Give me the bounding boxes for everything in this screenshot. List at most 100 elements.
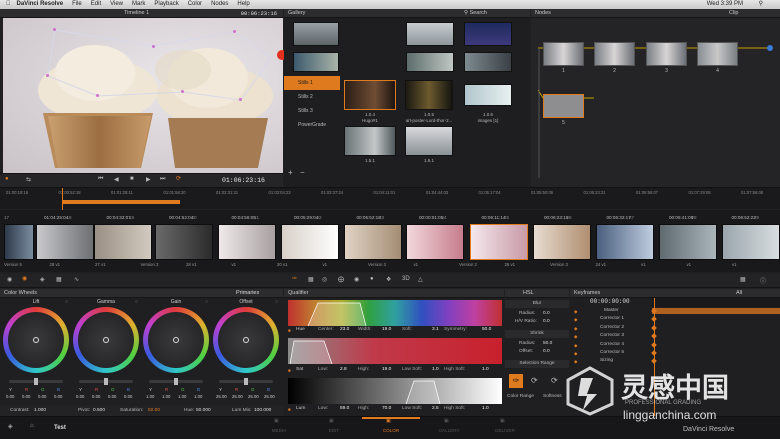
still-thumb-2[interactable] — [405, 80, 453, 110]
lum-mix-value[interactable]: 100.000 — [254, 406, 271, 416]
menu-edit[interactable]: Edit — [91, 0, 101, 9]
wheel-value-g[interactable]: 0.00 — [108, 394, 116, 399]
qualifier-row-enable-icon[interactable]: ■ — [288, 407, 291, 412]
album-stills-1[interactable]: Stills 1 — [284, 76, 340, 90]
clip-thumbnail[interactable] — [533, 224, 591, 260]
nav-media[interactable]: MEDIA — [250, 428, 308, 433]
menu-file[interactable]: File — [72, 0, 82, 9]
qualifier-param-value[interactable]: 1.0 — [482, 406, 489, 411]
nav-deliver[interactable]: DELIVER — [476, 428, 534, 433]
wheel-value-g[interactable]: 0.00 — [38, 394, 46, 399]
timeline-ruler[interactable]: 01:00:19:16 01:00:52:18 01:01:25:11 01:01:5… — [0, 187, 780, 210]
menu-help[interactable]: Help — [237, 0, 249, 9]
shape-point[interactable] — [181, 90, 184, 93]
clip-thumbnail[interactable] — [4, 224, 34, 260]
window-tool-icon[interactable]: ◎ — [322, 276, 327, 283]
node-4[interactable] — [697, 42, 738, 66]
hue-ramp[interactable] — [288, 300, 502, 326]
wheel-reset-icon[interactable]: ○ — [65, 299, 68, 305]
wheel-lift[interactable] — [3, 307, 69, 373]
app-menu[interactable]: DaVinci Resolve — [17, 0, 64, 9]
wheels-mode[interactable]: Primaries — [236, 289, 259, 298]
gallery-top-thumb[interactable] — [464, 52, 512, 72]
sizing-icon[interactable]: ❖ — [386, 276, 391, 283]
wheel-value-b[interactable]: 0.00 — [54, 394, 62, 399]
loop-playback-icon[interactable]: ⟳ — [176, 175, 181, 182]
color-match-icon[interactable]: ◉ — [22, 275, 27, 282]
qualifier-param-value[interactable]: 19.0 — [382, 327, 391, 332]
nav-edit[interactable]: EDIT — [305, 428, 363, 433]
lum-ramp[interactable] — [288, 378, 502, 404]
wheel-center-marker[interactable] — [243, 337, 249, 343]
wheel-slider-knob[interactable] — [34, 378, 38, 385]
gallery-top-thumb[interactable] — [293, 52, 339, 72]
shape-point[interactable] — [96, 94, 99, 97]
still-thumb-1[interactable] — [344, 80, 396, 110]
key-icon[interactable]: ● — [370, 276, 374, 282]
wheel-value-g[interactable]: 25.00 — [248, 394, 259, 399]
spotlight-icon[interactable]: ⚲ — [759, 0, 763, 9]
clip-thumbnail[interactable] — [281, 224, 339, 260]
shrink-offset-value[interactable]: 0.0 — [543, 349, 550, 354]
keyframes-filter[interactable]: All — [736, 289, 742, 298]
nav-color[interactable]: COLOR — [362, 428, 420, 433]
album-stills-2[interactable]: Stills 2 — [284, 90, 340, 104]
menu-color[interactable]: Color — [188, 0, 202, 9]
wheel-reset-icon[interactable]: ○ — [275, 299, 278, 305]
picker-icon[interactable]: ✑ — [509, 374, 523, 388]
wheel-value-b[interactable]: 0.00 — [124, 394, 132, 399]
skip-back-icon[interactable]: ⏮ — [98, 176, 103, 183]
wheel-slider-knob[interactable] — [244, 378, 248, 385]
wheel-slider-knob[interactable] — [174, 378, 178, 385]
qualifier-row-enable-icon[interactable]: ■ — [288, 368, 291, 373]
node-2[interactable] — [594, 42, 635, 66]
wheel-gain[interactable] — [143, 307, 209, 373]
node-graph[interactable]: 1 2 3 4 5 — [531, 18, 780, 188]
album-powergrade[interactable]: PowerGrade — [284, 118, 340, 132]
scopes-icon[interactable]: ▦ — [740, 276, 746, 283]
gallery-search[interactable]: ⚲ Search — [464, 9, 487, 18]
wheel-value-g[interactable]: 1.00 — [178, 394, 186, 399]
qualifier-param-value[interactable]: 2.8 — [340, 367, 347, 372]
node-5[interactable] — [543, 94, 584, 118]
keyframes-icon[interactable]: △ — [418, 276, 423, 283]
wheel-value-y[interactable]: 1.00 — [146, 394, 154, 399]
qualifier-param-value[interactable]: 70.0 — [382, 406, 391, 411]
blur-icon[interactable]: ◉ — [354, 276, 359, 283]
still-thumb-5[interactable] — [405, 126, 453, 156]
gallery-top-thumb[interactable] — [464, 22, 512, 46]
qualifier-param-value[interactable]: 19.0 — [382, 367, 391, 372]
loop-icon[interactable]: ⇆ — [26, 176, 31, 183]
keyframe-row-icon[interactable]: ◆ — [574, 351, 577, 357]
play-icon[interactable]: ▶ — [146, 176, 151, 183]
gallery-top-thumb[interactable] — [406, 22, 454, 46]
node-3[interactable] — [646, 42, 687, 66]
orange-mode-icon[interactable]: ● — [5, 176, 9, 182]
blur-radius-value[interactable]: 0.0 — [543, 311, 550, 316]
clip-thumbnail[interactable] — [344, 224, 402, 260]
wheel-value-b[interactable]: 25.00 — [264, 394, 275, 399]
qualifier-param-value[interactable]: 23.0 — [340, 327, 349, 332]
shape-point[interactable] — [239, 98, 242, 101]
wheel-reset-icon[interactable]: ○ — [205, 299, 208, 305]
info-icon[interactable]: ⓘ — [760, 276, 766, 285]
hsl-tool-icon[interactable]: ▦ — [308, 276, 314, 283]
play-reverse-icon[interactable]: ◀ — [114, 176, 119, 183]
wheel-slider-knob[interactable] — [104, 378, 108, 385]
color-wheels-icon[interactable]: ◈ — [40, 276, 45, 283]
nav-icon[interactable]: ▣ — [329, 418, 334, 424]
picker-minus-icon[interactable]: ⟳ — [551, 376, 558, 385]
qualifier-row-enable-icon[interactable]: ■ — [288, 328, 291, 333]
menu-playback[interactable]: Playback — [154, 0, 178, 9]
wheel-gamma[interactable] — [73, 307, 139, 373]
timeline-range-bar[interactable] — [62, 200, 180, 204]
menu-nodes[interactable]: Nodes — [211, 0, 228, 9]
home-icon[interactable]: ⌂ — [30, 423, 34, 429]
camera-raw-icon[interactable]: ◉ — [7, 276, 12, 283]
picker-plus-icon[interactable]: ⟳ — [531, 376, 538, 385]
shape-point[interactable] — [233, 30, 236, 33]
wheel-center-marker[interactable] — [33, 337, 39, 343]
menu-view[interactable]: View — [110, 0, 123, 9]
qualifier-param-value[interactable]: 1.0 — [432, 367, 439, 372]
keyframe-row-icon[interactable]: ◆ — [574, 334, 577, 340]
